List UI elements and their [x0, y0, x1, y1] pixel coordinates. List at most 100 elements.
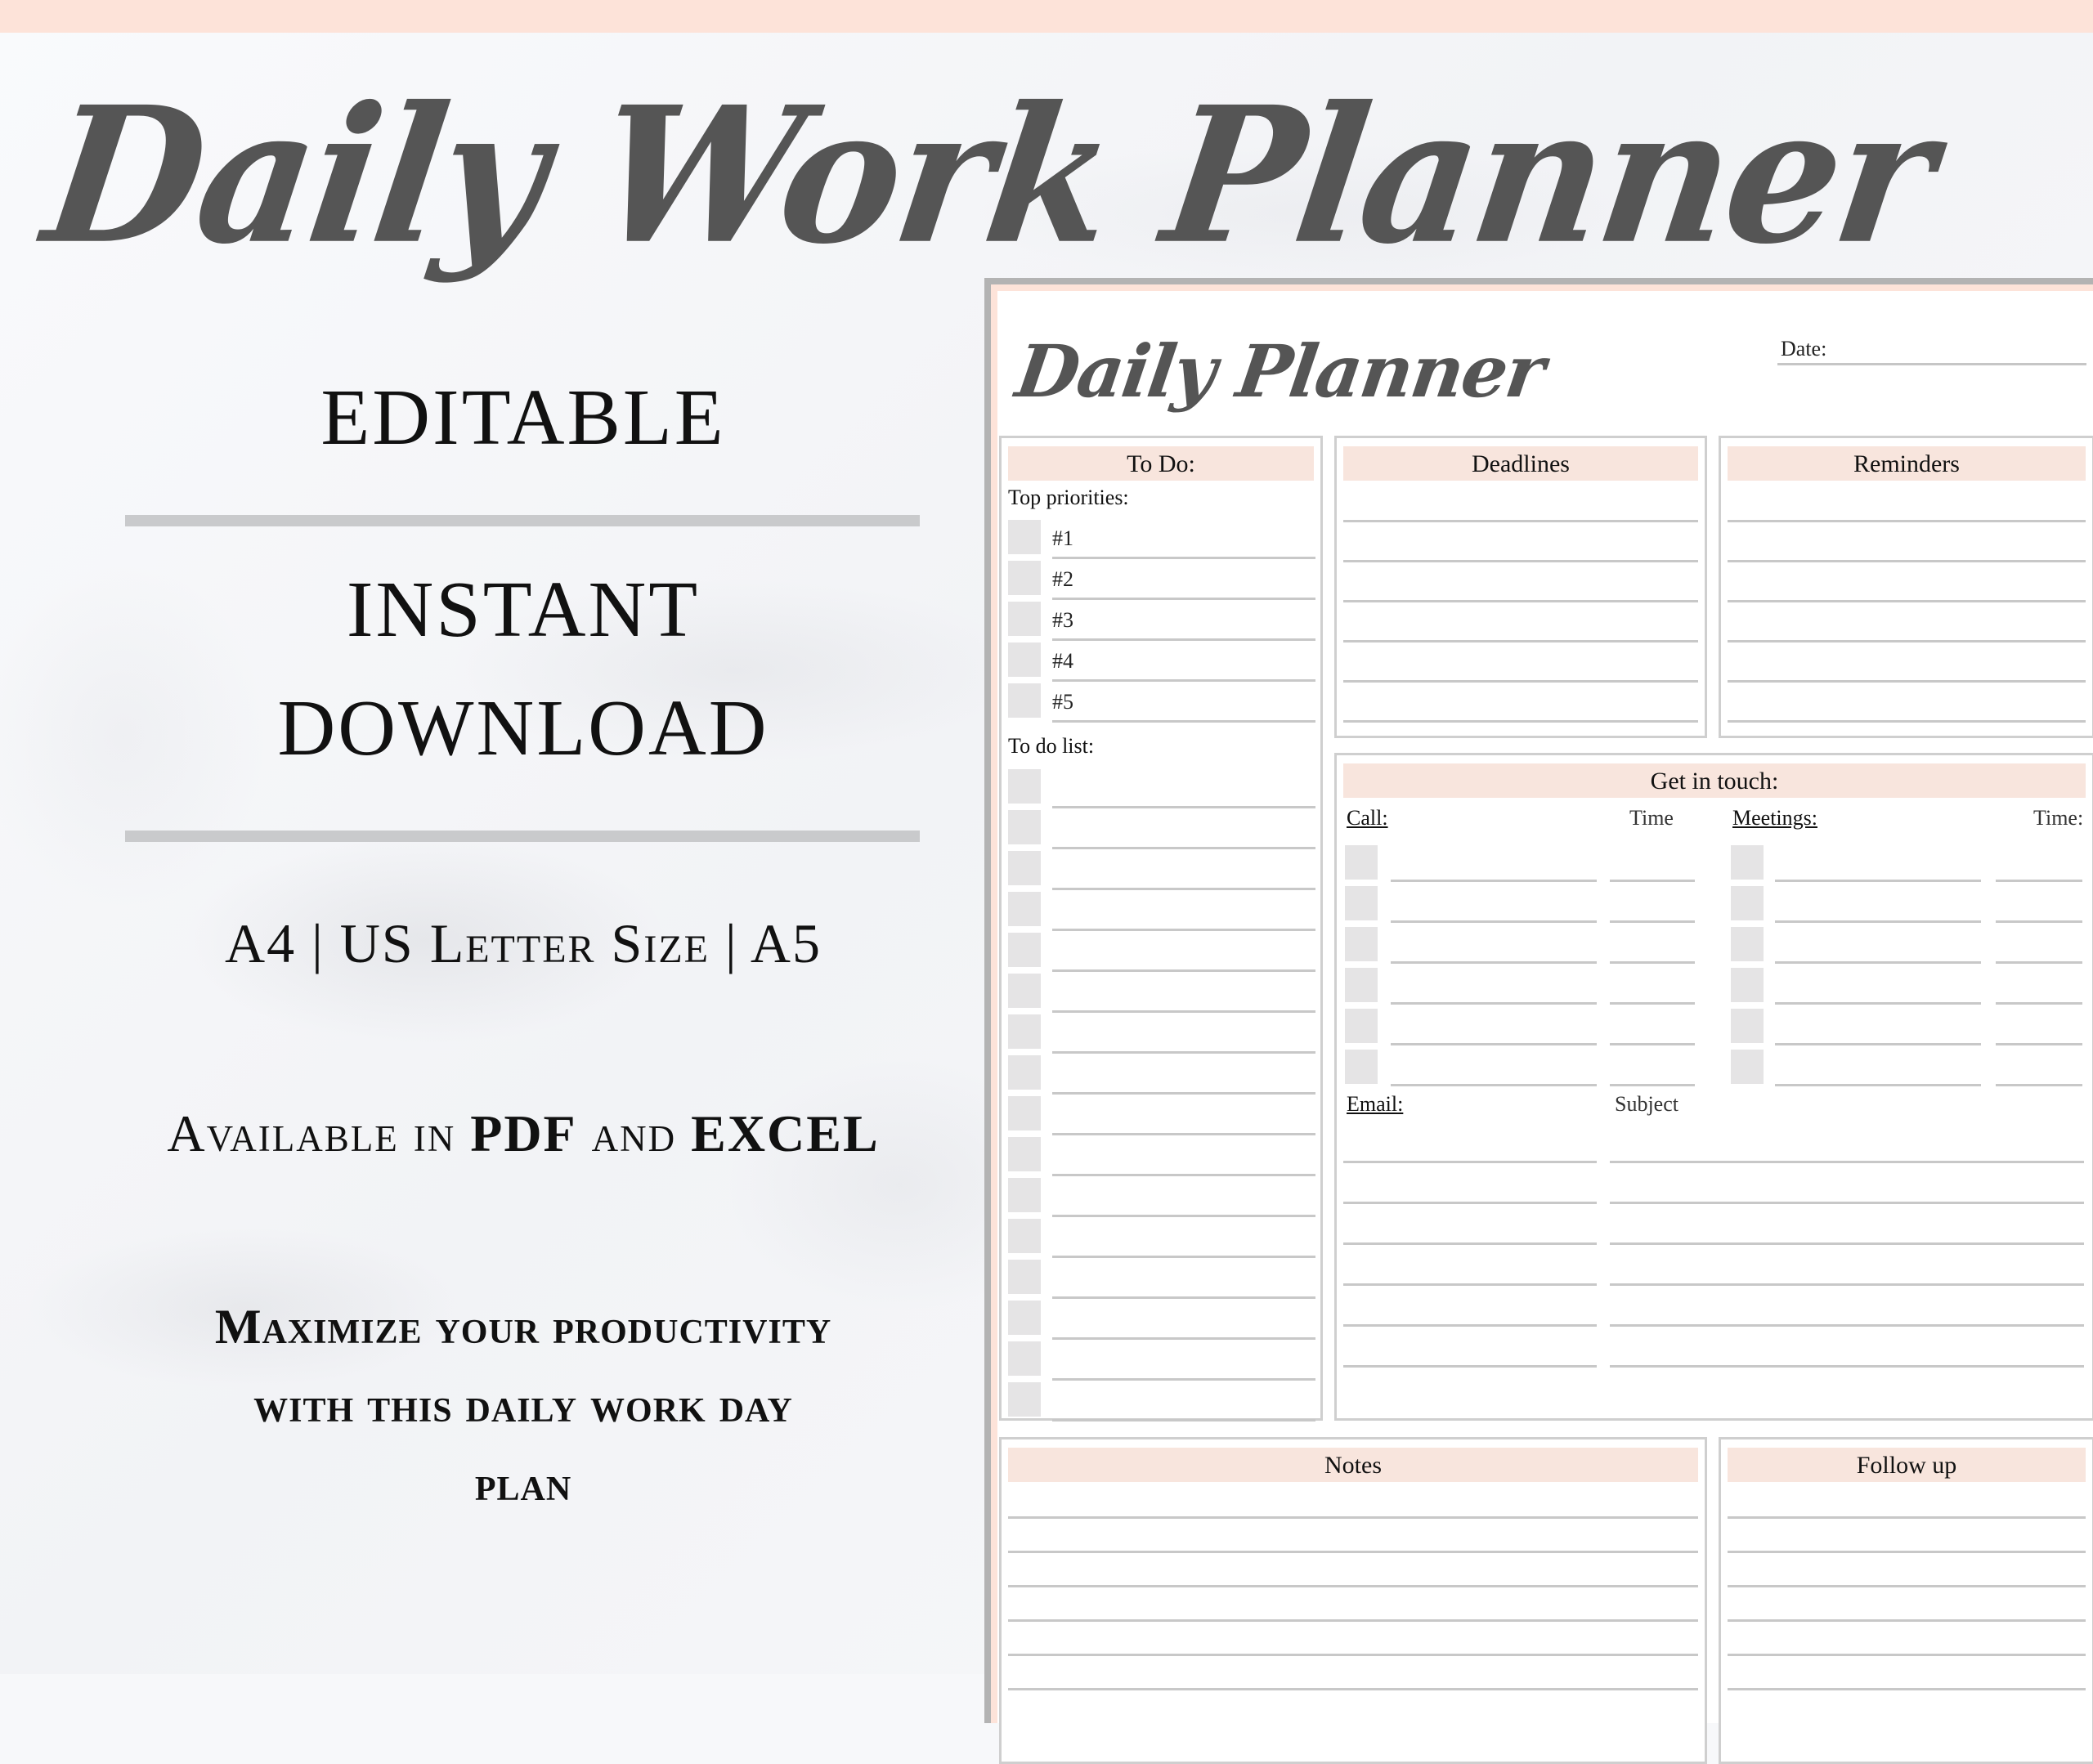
meeting-checkbox[interactable] — [1731, 927, 1764, 961]
subject-line[interactable] — [1610, 1161, 2084, 1163]
reminder-line[interactable] — [1728, 520, 2086, 522]
call-time-line[interactable] — [1610, 1084, 1695, 1086]
priority-checkbox[interactable] — [1008, 602, 1041, 636]
call-time-line[interactable] — [1610, 961, 1695, 964]
todo-line[interactable] — [1052, 969, 1315, 972]
todo-line[interactable] — [1052, 1419, 1315, 1421]
meeting-time-line[interactable] — [1996, 1084, 2082, 1086]
deadline-line[interactable] — [1343, 680, 1698, 683]
meeting-time-line[interactable] — [1996, 920, 2082, 923]
todo-checkbox[interactable] — [1008, 933, 1041, 967]
todo-line[interactable] — [1052, 1133, 1315, 1135]
todo-line[interactable] — [1052, 847, 1315, 849]
todo-checkbox[interactable] — [1008, 1219, 1041, 1253]
todo-line[interactable] — [1052, 929, 1315, 931]
todo-line[interactable] — [1052, 1174, 1315, 1176]
notes-line[interactable] — [1008, 1688, 1698, 1690]
deadline-line[interactable] — [1343, 560, 1698, 562]
call-line[interactable] — [1391, 961, 1597, 964]
notes-line[interactable] — [1008, 1551, 1698, 1553]
todo-checkbox[interactable] — [1008, 769, 1041, 804]
follow-up-line[interactable] — [1728, 1688, 2086, 1690]
call-checkbox[interactable] — [1345, 968, 1378, 1002]
todo-line[interactable] — [1052, 888, 1315, 890]
priority-checkbox[interactable] — [1008, 683, 1041, 718]
notes-line[interactable] — [1008, 1516, 1698, 1519]
call-time-line[interactable] — [1610, 1043, 1695, 1045]
reminder-line[interactable] — [1728, 640, 2086, 642]
reminder-line[interactable] — [1728, 680, 2086, 683]
follow-up-line[interactable] — [1728, 1551, 2086, 1553]
date-input[interactable] — [1777, 363, 2086, 365]
email-line[interactable] — [1343, 1365, 1597, 1368]
todo-checkbox[interactable] — [1008, 974, 1041, 1008]
todo-checkbox[interactable] — [1008, 1341, 1041, 1376]
todo-checkbox[interactable] — [1008, 1178, 1041, 1212]
email-line[interactable] — [1343, 1161, 1597, 1163]
call-checkbox[interactable] — [1345, 927, 1378, 961]
reminder-line[interactable] — [1728, 720, 2086, 723]
todo-checkbox[interactable] — [1008, 1014, 1041, 1049]
subject-line[interactable] — [1610, 1324, 2084, 1327]
todo-checkbox[interactable] — [1008, 851, 1041, 885]
todo-line[interactable] — [1052, 1010, 1315, 1013]
meeting-checkbox[interactable] — [1731, 1009, 1764, 1043]
meeting-checkbox[interactable] — [1731, 1050, 1764, 1084]
todo-checkbox[interactable] — [1008, 1260, 1041, 1294]
subject-line[interactable] — [1610, 1365, 2084, 1368]
meeting-time-line[interactable] — [1996, 961, 2082, 964]
call-line[interactable] — [1391, 1002, 1597, 1005]
todo-line[interactable] — [1052, 1256, 1315, 1258]
follow-up-line[interactable] — [1728, 1619, 2086, 1622]
priority-line[interactable] — [1052, 598, 1315, 600]
email-line[interactable] — [1343, 1283, 1597, 1286]
call-checkbox[interactable] — [1345, 1009, 1378, 1043]
subject-line[interactable] — [1610, 1283, 2084, 1286]
email-line[interactable] — [1343, 1324, 1597, 1327]
call-checkbox[interactable] — [1345, 1050, 1378, 1084]
todo-checkbox[interactable] — [1008, 1096, 1041, 1130]
todo-line[interactable] — [1052, 806, 1315, 808]
call-time-line[interactable] — [1610, 1002, 1695, 1005]
meeting-line[interactable] — [1775, 1043, 1981, 1045]
meeting-time-line[interactable] — [1996, 880, 2082, 882]
priority-line[interactable] — [1052, 638, 1315, 641]
follow-up-line[interactable] — [1728, 1516, 2086, 1519]
meeting-checkbox[interactable] — [1731, 886, 1764, 920]
priority-line[interactable] — [1052, 679, 1315, 682]
todo-checkbox[interactable] — [1008, 1055, 1041, 1090]
notes-line[interactable] — [1008, 1619, 1698, 1622]
call-checkbox[interactable] — [1345, 845, 1378, 880]
todo-checkbox[interactable] — [1008, 892, 1041, 926]
meeting-line[interactable] — [1775, 1084, 1981, 1086]
meeting-line[interactable] — [1775, 920, 1981, 923]
follow-up-line[interactable] — [1728, 1654, 2086, 1656]
call-time-line[interactable] — [1610, 880, 1695, 882]
call-line[interactable] — [1391, 1084, 1597, 1086]
notes-line[interactable] — [1008, 1654, 1698, 1656]
deadline-line[interactable] — [1343, 720, 1698, 723]
todo-line[interactable] — [1052, 1296, 1315, 1299]
meeting-time-line[interactable] — [1996, 1002, 2082, 1005]
todo-line[interactable] — [1052, 1051, 1315, 1054]
todo-line[interactable] — [1052, 1337, 1315, 1340]
todo-line[interactable] — [1052, 1215, 1315, 1217]
subject-line[interactable] — [1610, 1202, 2084, 1204]
todo-line[interactable] — [1052, 1092, 1315, 1095]
todo-checkbox[interactable] — [1008, 1382, 1041, 1417]
meeting-time-line[interactable] — [1996, 1043, 2082, 1045]
priority-checkbox[interactable] — [1008, 642, 1041, 677]
call-checkbox[interactable] — [1345, 886, 1378, 920]
deadline-line[interactable] — [1343, 520, 1698, 522]
meeting-checkbox[interactable] — [1731, 845, 1764, 880]
todo-checkbox[interactable] — [1008, 1301, 1041, 1335]
priority-line[interactable] — [1052, 720, 1315, 723]
todo-line[interactable] — [1052, 1378, 1315, 1381]
meeting-line[interactable] — [1775, 961, 1981, 964]
email-line[interactable] — [1343, 1202, 1597, 1204]
meeting-checkbox[interactable] — [1731, 968, 1764, 1002]
meeting-line[interactable] — [1775, 880, 1981, 882]
subject-line[interactable] — [1610, 1242, 2084, 1245]
notes-line[interactable] — [1008, 1585, 1698, 1587]
priority-checkbox[interactable] — [1008, 561, 1041, 595]
